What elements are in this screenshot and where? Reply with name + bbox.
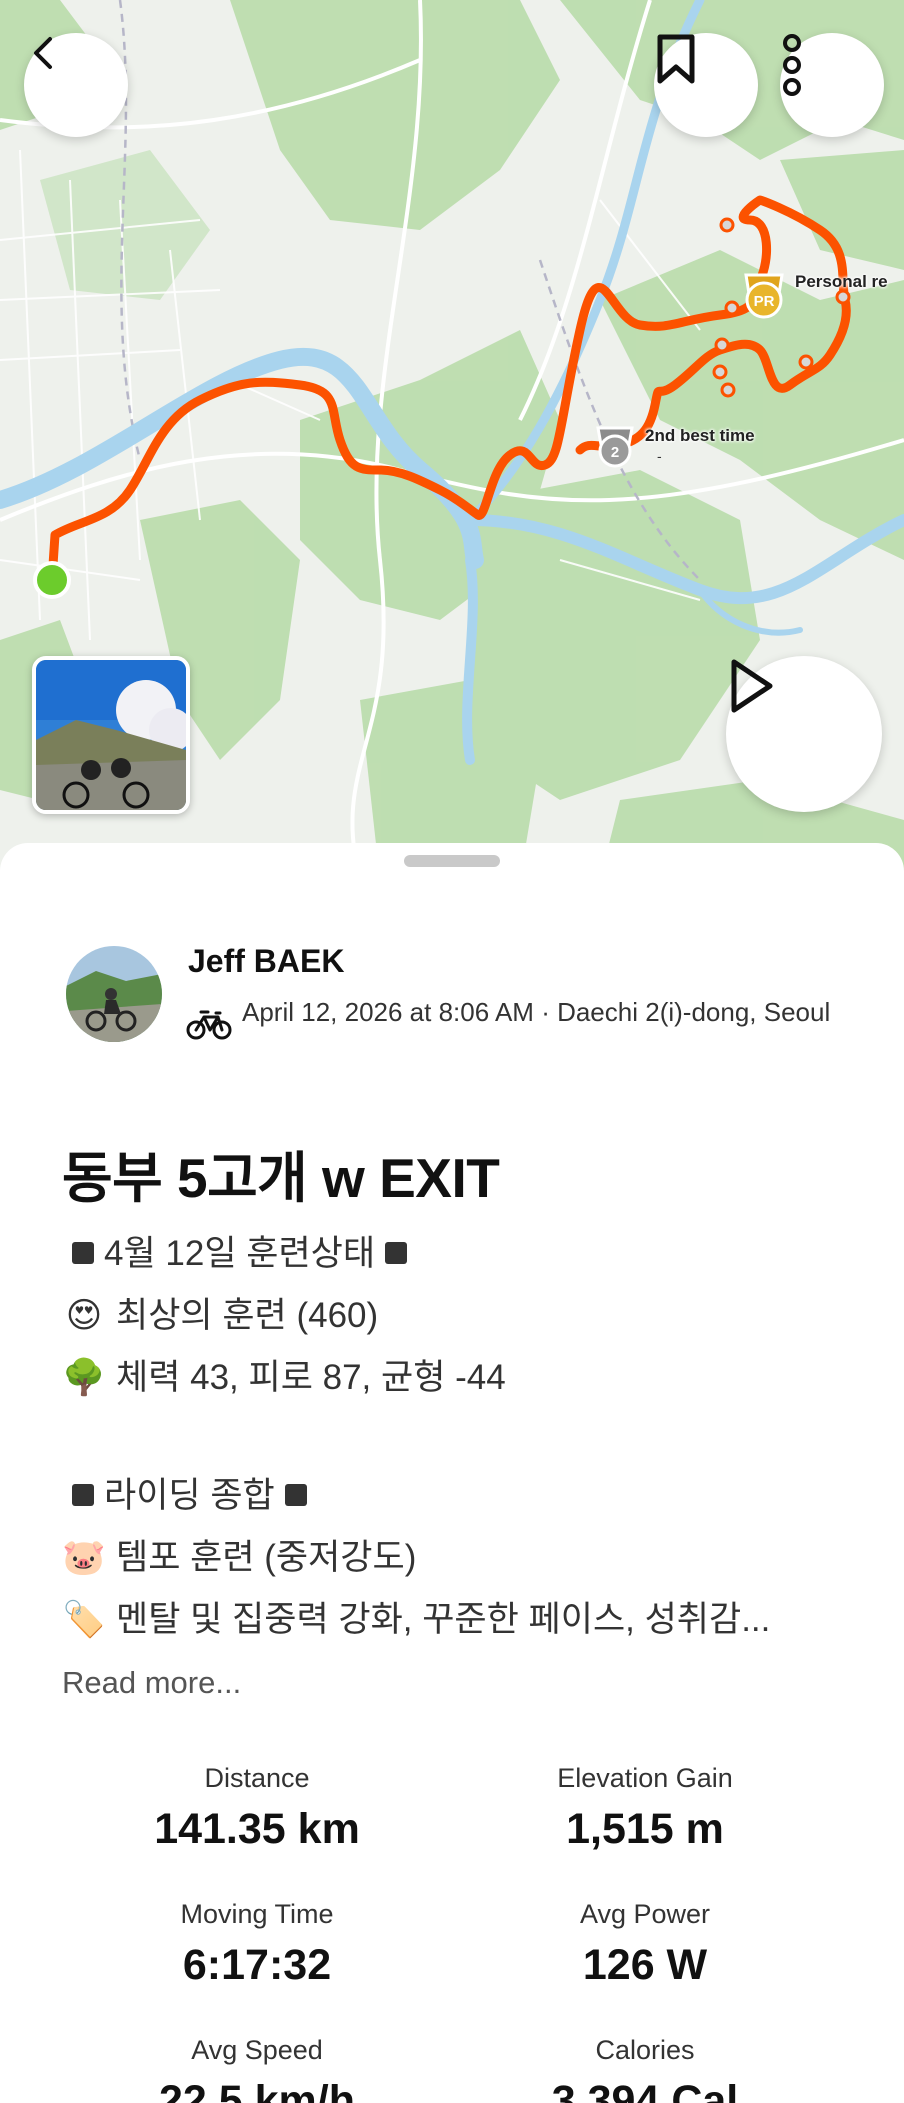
stat-label: Calories [595, 2035, 695, 2065]
back-icon [34, 37, 52, 69]
route-map[interactable]: PR 2 Personal re 2nd best time - [0, 0, 904, 880]
bike-icon [186, 1010, 232, 1040]
sheet-drag-handle[interactable] [404, 855, 500, 867]
more-options-button[interactable] [780, 33, 884, 137]
stat-value: 141.35 km [154, 1805, 360, 1853]
start-marker [33, 561, 71, 599]
stat-value: 1,515 m [566, 1805, 724, 1853]
stat-label: Avg Power [579, 1899, 711, 1929]
stat-value: 3,394 Cal [551, 2077, 739, 2103]
play-icon [731, 659, 773, 713]
bookmark-button[interactable] [654, 33, 758, 137]
stat-avg-speed: Avg Speed 22.5 km/h [57, 2035, 457, 2103]
stat-elevation-gain: Elevation Gain 1,515 m [445, 1763, 845, 1854]
description-blank-line [62, 1409, 862, 1465]
activity-title: 동부 5고개 w EXIT [62, 1147, 500, 1209]
second-best-map-sub: - [657, 448, 662, 464]
pig-emoji-icon: 🐷 [62, 1538, 106, 1577]
back-button[interactable] [24, 33, 128, 137]
pr-badge-text: PR [754, 293, 775, 310]
activity-details-sheet: Jeff BAEK April 12, 2026 at 8:06 AM · Da… [0, 843, 904, 2103]
description-line: 🏷️ 멘탈 및 집중력 강화, 꾸준한 페이스, 성취감... [62, 1589, 862, 1651]
tree-emoji-icon: 🌳 [62, 1358, 106, 1397]
stat-avg-power: Avg Power 126 W [445, 1899, 845, 1990]
heart-eyes-emoji-icon: 😍 [65, 1296, 103, 1335]
stat-label: Avg Speed [191, 2035, 323, 2065]
stat-value: 6:17:32 [182, 1941, 332, 1989]
pr-map-label: Personal re [795, 272, 888, 291]
activity-photo [36, 660, 186, 810]
activity-description: 4월 12일 훈련상태 😍 최상의 훈련 (460) 🌳 체력 43, 피로 87,… [62, 1223, 862, 1651]
athlete-name[interactable]: Jeff BAEK [188, 943, 344, 980]
activity-date-location: April 12, 2026 at 8:06 AM · Daechi 2(i)-… [242, 997, 831, 1027]
read-more-link[interactable]: Read more... [62, 1665, 241, 1701]
second-badge-text: 2 [611, 444, 619, 461]
stat-label: Distance [204, 1763, 310, 1793]
stat-label: Elevation Gain [557, 1763, 733, 1793]
description-line: 4월 12일 훈련상태 [62, 1223, 862, 1285]
play-flyover-button[interactable] [726, 656, 882, 812]
stat-value: 126 W [582, 1941, 708, 1989]
description-line: 라이딩 종합 [62, 1465, 862, 1527]
athlete-avatar[interactable] [66, 946, 162, 1042]
stat-value: 22.5 km/h [159, 2077, 355, 2103]
stat-calories: Calories 3,394 Cal [445, 2035, 845, 2103]
black-square-icon [72, 1241, 94, 1264]
black-square-icon [385, 1241, 408, 1264]
stat-moving-time: Moving Time 6:17:32 [57, 1899, 457, 1990]
stat-label: Moving Time [180, 1899, 334, 1929]
description-line: 🌳 체력 43, 피로 87, 균형 -44 [62, 1347, 862, 1409]
bookmark-icon [657, 34, 695, 84]
description-line: 😍 최상의 훈련 (460) [62, 1285, 862, 1347]
black-square-icon [72, 1483, 94, 1506]
stat-distance: Distance 141.35 km [57, 1763, 457, 1854]
label-tag-emoji-icon: 🏷️ [62, 1600, 106, 1639]
second-best-map-label: 2nd best time [645, 426, 755, 445]
black-square-icon [284, 1483, 307, 1506]
avatar-image [66, 946, 162, 1042]
description-line: 🐷 템포 훈련 (중저강도) [62, 1527, 862, 1589]
more-vertical-icon [783, 34, 801, 96]
activity-photo-thumbnail[interactable] [32, 656, 190, 814]
